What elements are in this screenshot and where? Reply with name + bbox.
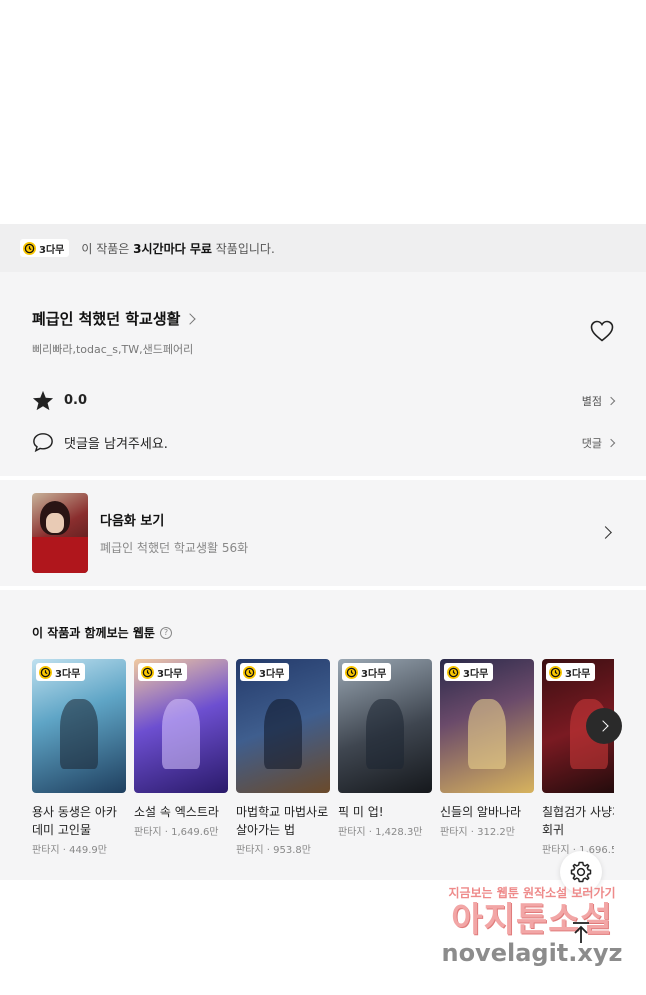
carousel-next-button[interactable] [586, 708, 622, 744]
rating-row: 0.0 별점 [32, 390, 616, 411]
recommendations-heading: 이 작품과 함께보는 웹툰 ? [32, 624, 646, 641]
help-icon[interactable]: ? [159, 626, 172, 639]
wait-free-badge: 3다무 [36, 663, 86, 681]
clock-icon [345, 665, 358, 679]
clock-icon [23, 241, 36, 255]
wait-free-badge: 3다무 [342, 663, 392, 681]
rate-button-label: 별점 [581, 394, 602, 408]
heart-icon[interactable] [590, 320, 614, 342]
cover-image: 3다무 [338, 659, 432, 793]
recommendation-card[interactable]: 3다무 칠협검가 사냥개의 회귀 판타지 · 1,696.5만 [542, 659, 614, 856]
card-title: 신들의 알바나라 [440, 805, 522, 819]
site-watermark: 지금보는 웹툰 원작소설 보러가기 아지툰소설 novelagit.xyz [432, 884, 632, 967]
clock-icon [447, 665, 460, 679]
arrow-up-icon [573, 922, 589, 943]
card-title: 마법학교 마법사로 살아가는 법 [236, 805, 329, 837]
watermark-line2: 아지툰소설 [451, 900, 613, 940]
card-title: 픽 미 업! [338, 805, 384, 819]
work-authors: 삐리빠라,todac_s,TW,샌드페어리 [32, 343, 194, 356]
chevron-right-icon [606, 396, 616, 405]
card-meta: 판타지 · 312.2만 [440, 827, 515, 838]
badge-label: 3다무 [157, 668, 183, 680]
clock-icon [243, 665, 256, 679]
cover-image: 3다무 [32, 659, 126, 793]
wait-free-badge: 3다무 [20, 239, 70, 257]
gear-icon [570, 861, 592, 883]
recommendation-card[interactable]: 3다무 소설 속 엑스트라 판타지 · 1,649.6만 [134, 659, 228, 856]
work-title: 폐급인 척했던 학교생활 [32, 310, 181, 328]
chevron-right-icon [599, 526, 612, 539]
card-title: 소설 속 엑스트라 [134, 805, 219, 819]
clock-icon [39, 665, 52, 679]
next-episode-card[interactable]: 다음화 보기 폐급인 척했던 학교생활 56화 [0, 480, 646, 586]
card-title: 칠협검가 사냥개의 회귀 [542, 805, 614, 837]
cover-image: 3다무 [440, 659, 534, 793]
watermark-line1: 지금보는 웹툰 원작소설 보러가기 [448, 886, 616, 900]
wait-free-badge: 3다무 [546, 663, 596, 681]
cover-image: 3다무 [134, 659, 228, 793]
badge-label: 3다무 [463, 668, 489, 680]
recommendation-carousel[interactable]: 3다무 용사 동생은 아카데미 고인물 판타지 · 449.9만 3다무 소설 … [32, 659, 614, 856]
clock-icon [549, 665, 562, 679]
banner-text-bold: 3시간마다 무료 [133, 241, 212, 256]
comment-row[interactable]: 댓글을 남겨주세요. 댓글 [32, 432, 616, 453]
badge-label: 3다무 [55, 668, 81, 680]
recommendation-card[interactable]: 3다무 마법학교 마법사로 살아가는 법 판타지 · 953.8만 [236, 659, 330, 856]
clock-icon [141, 665, 154, 679]
badge-label: 3다무 [361, 668, 387, 680]
recommendations-section: 이 작품과 함께보는 웹툰 ? 3다무 용사 동생은 아카데미 고인물 판타지 … [0, 590, 646, 880]
recommendation-card[interactable]: 3다무 신들의 알바나라 판타지 · 312.2만 [440, 659, 534, 856]
comments-button-label: 댓글 [581, 436, 602, 450]
content-top-blank [0, 0, 646, 224]
comment-prompt: 댓글을 남겨주세요. [64, 437, 168, 452]
free-every-3-hours-banner: 3다무 이 작품은 3시간마다 무료 작품입니다. [0, 224, 646, 272]
watermark-line3: novelagit.xyz [441, 939, 623, 967]
comment-bubble-icon [33, 433, 53, 453]
next-episode-subtitle: 폐급인 척했던 학교생활 56화 [100, 541, 249, 555]
card-meta: 판타지 · 1,428.3만 [338, 827, 423, 838]
card-title: 용사 동생은 아카데미 고인물 [32, 805, 117, 837]
star-icon [32, 390, 54, 411]
work-info: 폐급인 척했던 학교생활 삐리빠라,todac_s,TW,샌드페어리 0.0 별… [0, 272, 646, 476]
card-meta: 판타지 · 449.9만 [32, 845, 107, 856]
chevron-right-icon [184, 312, 197, 325]
recommendation-card[interactable]: 3다무 픽 미 업! 판타지 · 1,428.3만 [338, 659, 432, 856]
banner-text-prefix: 이 작품은 [81, 241, 134, 256]
cover-image: 3다무 [236, 659, 330, 793]
badge-label: 3다무 [259, 668, 285, 680]
recommendation-card[interactable]: 3다무 용사 동생은 아카데미 고인물 판타지 · 449.9만 [32, 659, 126, 856]
chevron-right-icon [596, 720, 609, 732]
wait-free-badge: 3다무 [240, 663, 290, 681]
work-info-panel: 폐급인 척했던 학교생활 삐리빠라,todac_s,TW,샌드페어리 0.0 별… [0, 272, 646, 880]
badge-label: 3다무 [565, 668, 591, 680]
chevron-right-icon [606, 438, 616, 447]
comments-button[interactable]: 댓글 [581, 435, 616, 451]
next-episode-label: 다음화 보기 [100, 514, 165, 529]
work-title-link[interactable]: 폐급인 척했던 학교생활 [32, 308, 614, 329]
rate-button[interactable]: 별점 [581, 393, 616, 409]
scroll-to-top-button[interactable] [566, 918, 596, 948]
rating-value: 0.0 [64, 393, 88, 408]
wait-free-badge: 3다무 [444, 663, 494, 681]
wait-free-badge: 3다무 [138, 663, 188, 681]
banner-text-suffix: 작품입니다. [211, 241, 275, 256]
badge-label: 3다무 [39, 244, 65, 256]
card-meta: 판타지 · 953.8만 [236, 845, 311, 856]
recommendations-heading-text: 이 작품과 함께보는 웹툰 [32, 626, 155, 640]
card-meta: 판타지 · 1,649.6만 [134, 827, 219, 838]
next-episode-thumbnail [32, 493, 88, 573]
